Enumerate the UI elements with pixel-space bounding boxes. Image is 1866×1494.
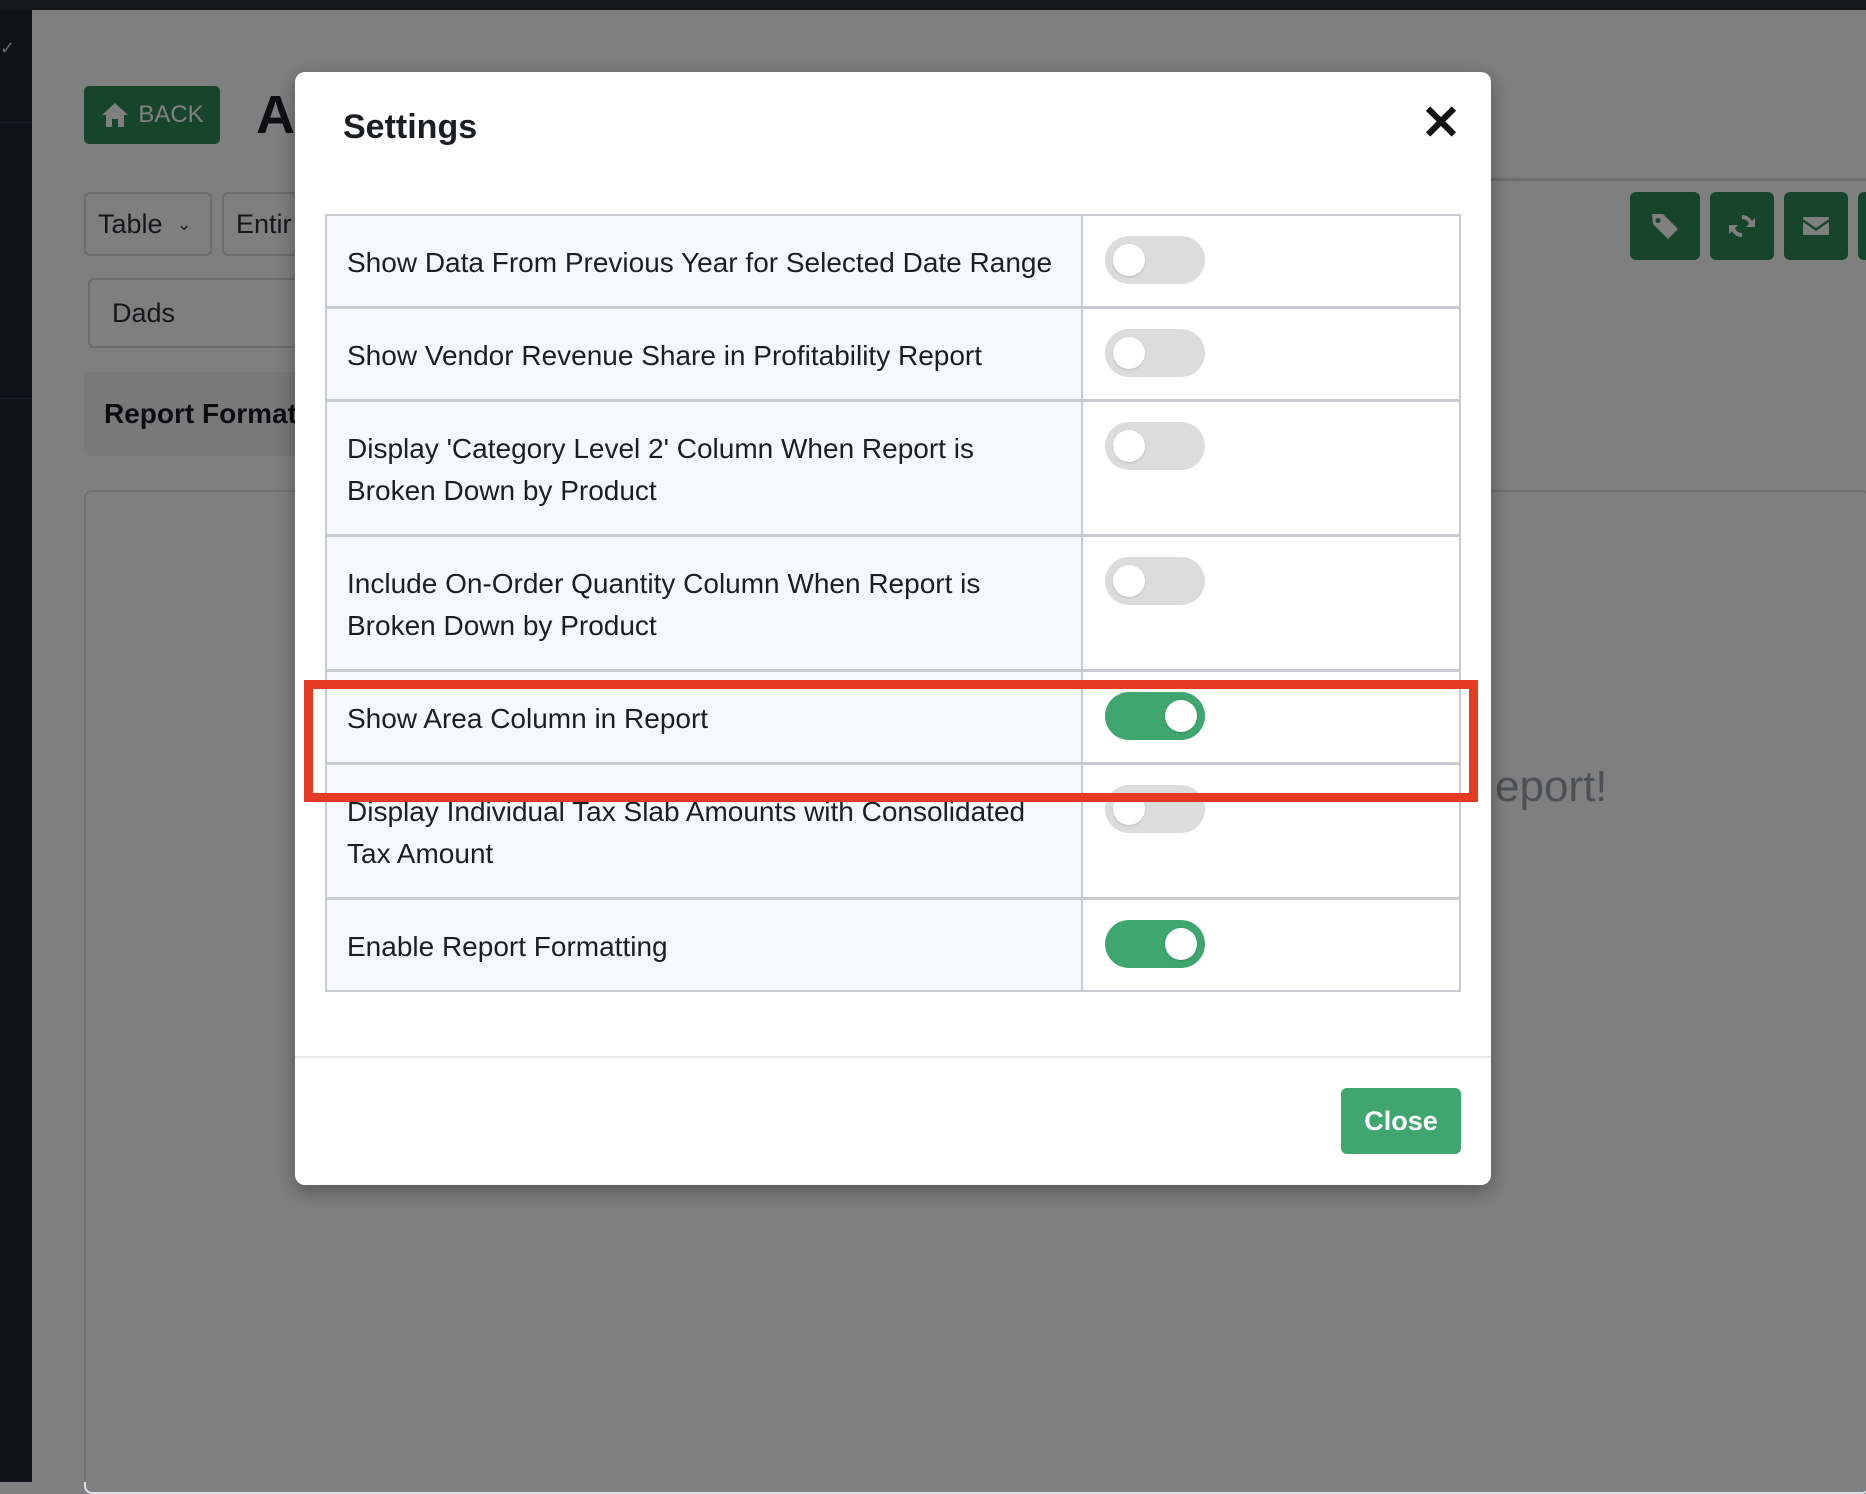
setting-label: Enable Report Formatting <box>327 900 1083 990</box>
toggle-knob <box>1165 928 1197 960</box>
toggle-knob <box>1113 337 1145 369</box>
close-button[interactable]: Close <box>1341 1088 1461 1154</box>
setting-row: Show Data From Previous Year for Selecte… <box>327 216 1459 309</box>
modal-title: Settings <box>343 108 478 146</box>
toggle-switch[interactable] <box>1105 329 1205 377</box>
toggle-knob <box>1113 430 1145 462</box>
setting-row: Display 'Category Level 2' Column When R… <box>327 402 1459 537</box>
setting-row: Include On-Order Quantity Column When Re… <box>327 537 1459 672</box>
toggle-knob <box>1113 565 1145 597</box>
toggle-switch[interactable] <box>1105 557 1205 605</box>
setting-row: Show Vendor Revenue Share in Profitabili… <box>327 309 1459 402</box>
toggle-switch[interactable] <box>1105 236 1205 284</box>
settings-modal: Settings ✕ Show Data From Previous Year … <box>295 72 1491 1185</box>
toggle-switch[interactable] <box>1105 920 1205 968</box>
toggle-knob <box>1113 244 1145 276</box>
setting-row: Enable Report Formatting <box>327 900 1459 990</box>
highlight-box <box>304 680 1478 802</box>
setting-label: Display 'Category Level 2' Column When R… <box>327 402 1083 534</box>
settings-table: Show Data From Previous Year for Selecte… <box>325 214 1461 992</box>
setting-label: Show Data From Previous Year for Selecte… <box>327 216 1083 306</box>
toggle-switch[interactable] <box>1105 422 1205 470</box>
setting-label: Include On-Order Quantity Column When Re… <box>327 537 1083 669</box>
modal-footer-divider <box>295 1056 1491 1058</box>
setting-label: Show Vendor Revenue Share in Profitabili… <box>327 309 1083 399</box>
close-icon[interactable]: ✕ <box>1417 100 1465 148</box>
